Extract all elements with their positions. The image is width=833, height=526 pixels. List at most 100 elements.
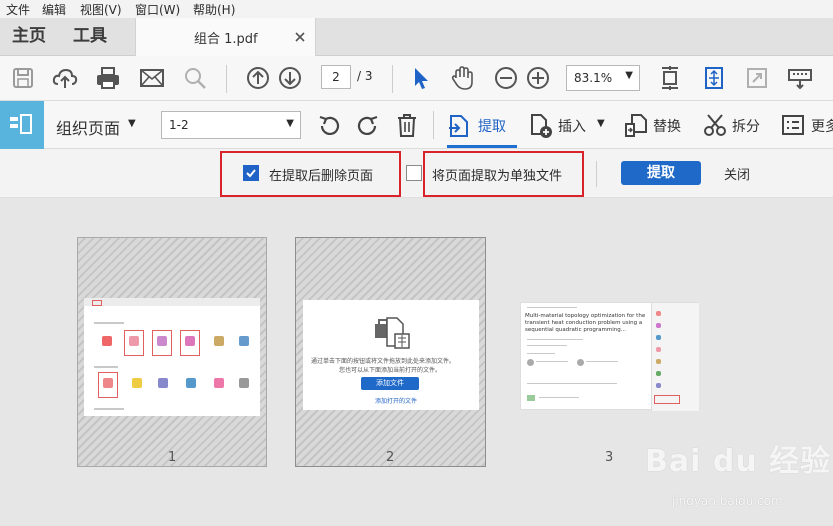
mini-tool-icon — [214, 336, 224, 346]
chevron-down-icon: ▼ — [625, 70, 633, 81]
replace-label: 替换 — [653, 119, 681, 135]
zoom-in-icon[interactable] — [524, 64, 552, 92]
toolbar-divider — [392, 65, 393, 93]
previous-page-icon[interactable] — [244, 64, 272, 92]
mini-text — [527, 383, 617, 384]
insert-tool-button[interactable]: 插入 ▼ — [528, 101, 608, 149]
delete-after-extract-label[interactable]: 在提取后删除页面 — [269, 165, 373, 184]
more-label: 更多 — [811, 119, 833, 135]
trash-icon[interactable] — [395, 112, 419, 138]
page-thumbnail-2[interactable]: 通过单击下面的按钮或将文件拖放到此处来添加文件。 您也可以从下面添加当前打开的文… — [295, 237, 486, 467]
page-number-label: 2 — [386, 450, 395, 465]
zoom-out-icon[interactable] — [492, 64, 520, 92]
main-toolbar: 2 / 3 83.1% ▼ — [0, 56, 833, 101]
menu-bar: 文件 编辑 视图(V) 窗口(W) 帮助(H) — [0, 0, 833, 18]
page-range-select[interactable]: 1-2 ▼ — [161, 111, 301, 139]
mini-tool-icon — [186, 378, 196, 388]
fit-width-icon[interactable] — [700, 64, 728, 92]
insert-icon — [531, 114, 552, 138]
mini-tool-icon — [656, 347, 661, 352]
organize-panel-toggle[interactable] — [0, 101, 44, 149]
page-total: / 3 — [357, 69, 373, 83]
tab-tools[interactable]: 工具 — [73, 18, 107, 56]
options-divider — [596, 161, 597, 187]
replace-icon — [625, 114, 647, 137]
add-files-button[interactable]: 添加文件 — [361, 377, 419, 390]
split-label: 拆分 — [732, 119, 760, 135]
scissors-icon — [704, 114, 726, 136]
rotate-left-icon[interactable] — [316, 113, 342, 139]
drop-hint-secondary: 您也可以从下面添加当前打开的文件。 — [339, 367, 442, 374]
mini-text — [527, 339, 583, 340]
page-number-label: 3 — [605, 450, 614, 465]
chevron-down-icon[interactable]: ▼ — [128, 118, 136, 129]
mini-text — [536, 361, 568, 362]
mini-text — [527, 307, 577, 308]
mini-tool-icon — [102, 336, 112, 346]
mini-side-panel — [651, 303, 699, 411]
menu-view[interactable]: 视图(V) — [80, 1, 122, 18]
fit-page-icon[interactable] — [656, 64, 684, 92]
more-tool-button[interactable]: 更多 — [782, 101, 833, 149]
tab-document[interactable]: 组合 1.pdf — [135, 18, 316, 56]
extract-icon — [449, 115, 468, 137]
menu-help[interactable]: 帮助(H) — [193, 1, 235, 18]
mini-tool-icon — [158, 378, 168, 388]
select-cursor-icon[interactable] — [406, 64, 434, 92]
close-button[interactable]: 关闭 — [724, 164, 750, 183]
mini-highlight — [92, 300, 102, 306]
active-tab-indicator — [447, 145, 517, 148]
page-preview: 通过单击下面的按钮或将文件拖放到此处来添加文件。 您也可以从下面添加当前打开的文… — [303, 300, 479, 410]
mini-highlight — [654, 395, 680, 404]
extract-separate-checkbox[interactable] — [406, 165, 422, 181]
article-title: Multi-material topology optimization for… — [525, 313, 646, 333]
organize-title[interactable]: 组织页面 — [56, 115, 120, 139]
baidu-watermark-url: jingyan.baidu.com — [672, 494, 783, 508]
extract-options-bar: 在提取后删除页面 将页面提取为单独文件 提取 关闭 — [0, 149, 833, 198]
toolbar-divider — [226, 65, 227, 93]
page-number-input[interactable]: 2 — [321, 65, 351, 89]
drop-hint: 通过单击下面的按钮或将文件拖放到此处来添加文件。 — [311, 358, 456, 365]
full-screen-icon[interactable] — [743, 64, 771, 92]
tab-home[interactable]: 主页 — [12, 18, 46, 56]
mini-tool-icon — [103, 378, 113, 388]
extract-button[interactable]: 提取 — [621, 161, 701, 185]
menu-file[interactable]: 文件 — [6, 1, 30, 18]
page-thumbnail-1[interactable] — [77, 237, 267, 467]
mini-text — [586, 361, 618, 362]
cloud-upload-icon[interactable] — [51, 64, 79, 92]
mini-tool-icon — [239, 378, 249, 388]
keyboard-icon[interactable] — [786, 64, 814, 92]
extract-tool-button[interactable]: 提取 — [447, 101, 517, 149]
rotate-right-icon[interactable] — [355, 113, 381, 139]
extract-separate-label[interactable]: 将页面提取为单独文件 — [432, 165, 562, 184]
page-range-value: 1-2 — [169, 118, 189, 132]
mini-tool-icon — [656, 335, 661, 340]
replace-tool-button[interactable]: 替换 — [624, 101, 688, 149]
chevron-down-icon: ▼ — [286, 118, 294, 129]
split-tool-button[interactable]: 拆分 — [703, 101, 763, 149]
next-page-icon[interactable] — [276, 64, 304, 92]
save-icon[interactable] — [9, 64, 37, 92]
page-thumbnail-3[interactable]: Multi-material topology optimization for… — [520, 302, 699, 411]
page-number-label: 1 — [168, 450, 177, 465]
zoom-select[interactable]: 83.1% ▼ — [566, 65, 640, 91]
menu-edit[interactable]: 编辑 — [42, 1, 66, 18]
close-tab-icon[interactable] — [294, 31, 306, 43]
mini-tool-icon — [214, 378, 224, 388]
mini-text — [94, 322, 124, 324]
tab-bar: 主页 工具 组合 1.pdf — [0, 18, 833, 56]
mini-toolbar — [84, 298, 260, 306]
search-icon[interactable] — [181, 64, 209, 92]
mini-tool-icon — [129, 336, 139, 346]
menu-window[interactable]: 窗口(W) — [135, 1, 180, 18]
organize-toolbar: 组织页面 ▼ 1-2 ▼ 提取 插入 ▼ 替换 拆分 更多 — [0, 101, 833, 149]
mini-tool-icon — [239, 336, 249, 346]
print-icon[interactable] — [94, 64, 122, 92]
hand-tool-icon[interactable] — [448, 64, 476, 92]
document-tab-title: 组合 1.pdf — [194, 32, 258, 47]
add-open-files-link[interactable]: 添加打开的文件 — [375, 396, 417, 405]
delete-after-extract-checkbox[interactable] — [243, 165, 259, 181]
mini-tool-icon — [132, 378, 142, 388]
email-icon[interactable] — [138, 64, 166, 92]
